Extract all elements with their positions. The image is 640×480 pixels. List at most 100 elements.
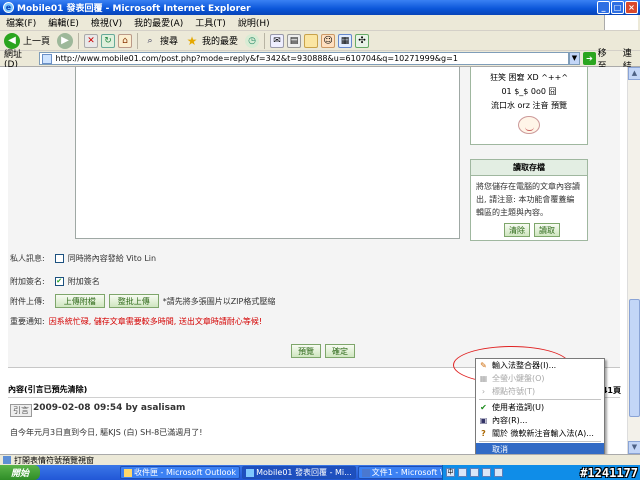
preview-button[interactable]: 預覽 bbox=[291, 344, 321, 358]
word-icon bbox=[361, 468, 370, 477]
notice-label: 重要通知: bbox=[10, 317, 45, 326]
signature-row: 附加簽名: ✔ 附加簽名 bbox=[10, 276, 100, 287]
menu-view[interactable]: 檢視(V) bbox=[91, 16, 122, 29]
close-button[interactable]: × bbox=[625, 1, 638, 14]
menu-item-user-phrase[interactable]: ✔ 使用者造詞(U) bbox=[476, 401, 604, 414]
draft-buttons: 清除 讀取 bbox=[471, 223, 587, 237]
draft-clear-button[interactable]: 清除 bbox=[504, 223, 530, 237]
history-icon[interactable]: ◷ bbox=[245, 33, 260, 48]
watermark: #1241177 bbox=[580, 466, 638, 480]
help-icon: ? bbox=[481, 429, 486, 438]
scroll-up-icon[interactable]: ▲ bbox=[628, 67, 640, 80]
tray-icon[interactable] bbox=[494, 468, 503, 477]
menu-help[interactable]: 說明(H) bbox=[238, 16, 270, 29]
draft-description: 將您儲存在電腦的文章內容讀出, 請注意: 本功能會覆蓋編輯區的主題與內容。 bbox=[476, 182, 580, 217]
attachment-label: 附件上傳: bbox=[10, 296, 45, 306]
window-controls: _ □ × bbox=[597, 1, 638, 14]
search-button-label[interactable]: 搜尋 bbox=[160, 34, 178, 47]
draft-title: 讀取存檔 bbox=[471, 160, 587, 176]
quote-tag: 引言 bbox=[10, 404, 32, 417]
stop-icon[interactable]: ✕ bbox=[84, 33, 99, 48]
favorites-star-icon[interactable]: ★ bbox=[185, 34, 199, 48]
action-buttons: 預覽 確定 bbox=[291, 344, 355, 358]
smiley-row-2[interactable]: 01 $_$ 0o0 囧 bbox=[477, 85, 581, 99]
smiley-row-3[interactable]: 流口水 orz 注音 預覽 bbox=[477, 99, 581, 113]
address-dropdown-icon[interactable]: ▼ bbox=[568, 52, 581, 65]
minimize-button[interactable]: _ bbox=[597, 1, 610, 14]
tray-icon[interactable] bbox=[482, 468, 491, 477]
taskbar: 開始 收件匣 - Microsoft Outlook Mobile01 發表回覆… bbox=[0, 465, 640, 480]
menu-item-keyboard[interactable]: ▦ 全螢小鍵盤(O) bbox=[476, 372, 604, 385]
menu-item-ime-integrator[interactable]: ✎ 輸入法整合器(I)... bbox=[476, 359, 604, 372]
go-arrow-icon: ➔ bbox=[583, 52, 596, 65]
toolbar-separator bbox=[78, 32, 80, 49]
reply-heading: 內容(引言已預先清除) bbox=[8, 385, 88, 394]
upload-attachment-button[interactable]: 上傳附檔 bbox=[54, 294, 105, 308]
menu-item-properties[interactable]: ▣ 內容(R)... bbox=[476, 414, 604, 427]
vertical-scrollbar[interactable]: ▲ ▼ bbox=[627, 67, 640, 454]
status-bar: 打開表情符號預覽視窗 bbox=[0, 454, 640, 465]
menu-item-label: 關於 微軟新注音輸入法(A)... bbox=[492, 429, 594, 438]
menu-item-punctuation[interactable]: › 標點符號(T) bbox=[476, 385, 604, 398]
research-icon[interactable]: ▦ bbox=[338, 33, 353, 48]
notice-row: 重要通知: 因系統忙碌, 儲存文章需要較多時間, 送出文章時請耐心等候! bbox=[10, 316, 262, 327]
menu-item-label: 輸入法整合器(I)... bbox=[492, 361, 557, 370]
smiley-row-1[interactable]: 狂笑 困窘 XD ^++^ bbox=[477, 71, 581, 85]
menu-item-label: 全螢小鍵盤(O) bbox=[492, 374, 545, 383]
draft-load-button[interactable]: 讀取 bbox=[534, 223, 560, 237]
reply-meta: 2009-02-08 09:54 by asalisam bbox=[33, 403, 186, 413]
refresh-icon[interactable]: ↻ bbox=[101, 33, 116, 48]
print-icon[interactable]: ▤ bbox=[287, 33, 302, 48]
maximize-button[interactable]: □ bbox=[611, 1, 624, 14]
task-label: Mobile01 發表回覆 - Mi... bbox=[256, 468, 352, 477]
menu-edit[interactable]: 編輯(E) bbox=[48, 16, 79, 29]
window-title: Mobile01 發表回覆 - Microsoft Internet Explo… bbox=[17, 4, 251, 14]
menu-separator bbox=[479, 441, 601, 442]
tray-icon[interactable] bbox=[470, 468, 479, 477]
menu-separator bbox=[479, 399, 601, 400]
signature-text: 附加簽名 bbox=[67, 277, 100, 286]
ime-pen-icon: ✎ bbox=[480, 361, 487, 370]
ie-task-icon bbox=[246, 468, 255, 477]
menu-item-label: 使用者造詞(U) bbox=[492, 403, 545, 412]
submit-button[interactable]: 確定 bbox=[325, 344, 355, 358]
menu-file[interactable]: 檔案(F) bbox=[6, 16, 36, 29]
tray-icon[interactable] bbox=[458, 468, 467, 477]
menu-item-label: 標點符號(T) bbox=[492, 387, 536, 396]
tools-icon[interactable]: ✣ bbox=[355, 33, 370, 48]
task-label: 收件匣 - Microsoft Outlook bbox=[134, 468, 237, 477]
messenger-icon[interactable]: ☺ bbox=[321, 33, 336, 48]
menu-item-about[interactable]: ? 關於 微軟新注音輸入法(A)... bbox=[476, 427, 604, 440]
private-message-checkbox[interactable] bbox=[54, 254, 64, 263]
menu-tools[interactable]: 工具(T) bbox=[195, 16, 226, 29]
signature-checkbox[interactable]: ✔ bbox=[54, 277, 64, 286]
keyboard-icon: ▦ bbox=[479, 374, 488, 383]
start-button[interactable]: 開始 bbox=[0, 465, 40, 480]
task-ie[interactable]: Mobile01 發表回覆 - Mi... bbox=[242, 466, 356, 479]
task-outlook[interactable]: 收件匣 - Microsoft Outlook bbox=[120, 466, 241, 479]
tray-ime-icon[interactable]: 中 bbox=[446, 468, 455, 477]
folder-icon[interactable] bbox=[304, 33, 319, 48]
private-message-label: 私人訊息: bbox=[10, 254, 45, 263]
home-icon[interactable]: ⌂ bbox=[118, 33, 133, 48]
ime-context-menu: ✎ 輸入法整合器(I)... ▦ 全螢小鍵盤(O) › 標點符號(T) ✔ 使用… bbox=[475, 358, 605, 465]
menu-favorites[interactable]: 我的最愛(A) bbox=[134, 16, 183, 29]
private-message-text: 同時將內容發給 Vito Lin bbox=[67, 254, 157, 263]
forward-arrow-icon[interactable]: ▶ bbox=[57, 32, 74, 49]
batch-upload-button[interactable]: 整批上傳 bbox=[108, 294, 159, 308]
toolbar-separator bbox=[264, 32, 266, 49]
smiley-face-icon[interactable] bbox=[518, 116, 540, 134]
draft-panel: 讀取存檔 將您儲存在電腦的文章內容讀出, 請注意: 本功能會覆蓋編輯區的主題與內… bbox=[470, 159, 588, 241]
mail-icon[interactable]: ✉ bbox=[270, 33, 285, 48]
windows-logo-icon bbox=[604, 15, 638, 30]
menu-item-label: 內容(R)... bbox=[492, 416, 528, 425]
back-button-label[interactable]: 上一頁 bbox=[23, 34, 50, 47]
search-icon[interactable]: ⌕ bbox=[143, 34, 157, 48]
favorites-button-label[interactable]: 我的最愛 bbox=[202, 34, 238, 47]
address-input[interactable]: http://www.mobile01.com/post.php?mode=re… bbox=[38, 52, 569, 65]
reply-text: 自今年元月3日直到今日, 驅KJS (白) SH-8已滿週月了! bbox=[10, 428, 203, 437]
properties-icon: ▣ bbox=[479, 416, 488, 425]
scroll-down-icon[interactable]: ▼ bbox=[628, 441, 640, 454]
message-textarea[interactable] bbox=[75, 67, 460, 239]
scroll-thumb[interactable] bbox=[629, 299, 640, 417]
